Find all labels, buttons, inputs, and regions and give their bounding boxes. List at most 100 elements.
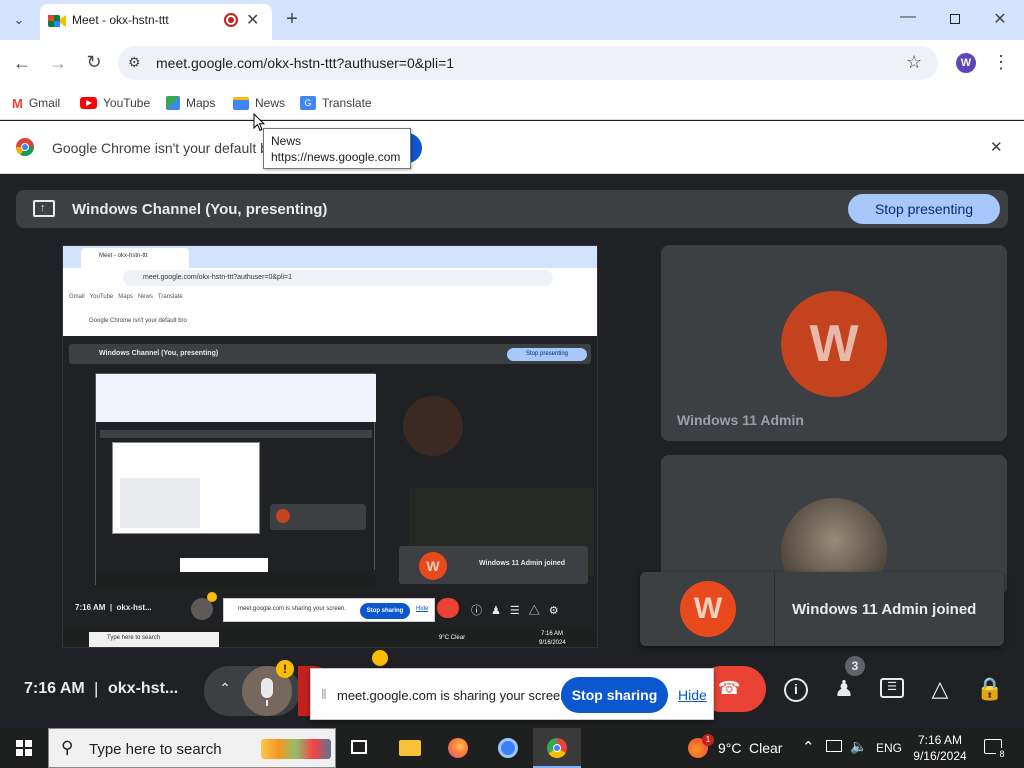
close-window-icon[interactable]: ✕	[990, 11, 1010, 29]
inner-share-banner: meet.google.com is sharing your screen. …	[223, 598, 435, 622]
present-screen-icon: ↑	[33, 200, 55, 217]
search-highlight-icon	[261, 739, 331, 759]
weather-temp: 9°C	[718, 740, 742, 756]
maps-icon	[166, 96, 180, 110]
tab-search-dropdown-icon[interactable]: ⌄	[8, 11, 30, 29]
notification-count: 8	[996, 748, 1008, 760]
tab-meet[interactable]: Meet - okx-hstn-ttt ✕	[40, 4, 272, 40]
tooltip-url: https://news.google.com	[271, 150, 401, 164]
inner-presenting-label: Windows Channel (You, presenting)	[99, 350, 219, 357]
bookmark-label: YouTube	[103, 96, 151, 110]
inner-bookmarks: Gmail YouTube Maps News Translate	[69, 294, 183, 300]
task-view-icon[interactable]	[336, 728, 384, 768]
bookmark-youtube[interactable]: YouTube	[80, 94, 150, 112]
nested-capture	[95, 373, 376, 586]
bookmark-maps[interactable]: Maps	[166, 94, 215, 112]
restore-icon[interactable]	[950, 14, 960, 24]
participant-avatar: W	[781, 291, 887, 397]
inner-join-toast: W Windows 11 Admin joined	[399, 546, 588, 584]
taskbar-search-box[interactable]: ⚲ Type here to search	[48, 728, 336, 768]
back-icon[interactable]: ←	[12, 54, 32, 72]
inner-stop-presenting: Stop presenting	[507, 348, 587, 361]
weather-badge: 1	[702, 734, 714, 746]
stop-sharing-button[interactable]: Stop sharing	[561, 677, 668, 713]
drag-handle-icon[interactable]: ‖	[321, 686, 327, 702]
chrome-taskbar-icon[interactable]	[533, 728, 581, 768]
tab-title: Meet - okx-hstn-ttt	[72, 13, 169, 27]
youtube-icon	[80, 97, 97, 109]
recording-indicator-icon	[224, 13, 238, 27]
mouse-cursor-icon	[253, 113, 265, 132]
language-indicator[interactable]: ENG	[876, 741, 902, 755]
windows-taskbar: ⚲ Type here to search 1 9°C Clear ⌃ 🔈 EN…	[0, 728, 1024, 768]
tab-strip: ⌄ Meet - okx-hstn-ttt ✕ + — ✕	[0, 0, 1024, 40]
menu-dots-icon[interactable]: ⋮	[992, 53, 1010, 71]
minimize-icon[interactable]: —	[898, 8, 918, 26]
network-icon[interactable]	[826, 740, 842, 752]
bookmark-tooltip: News https://news.google.com	[263, 128, 411, 169]
new-tab-icon[interactable]: +	[284, 9, 300, 29]
address-bar[interactable]: ⚙ meet.google.com/okx-hstn-ttt?authuser=…	[118, 46, 938, 80]
participant-tile-admin[interactable]: W Windows 11 Admin	[661, 245, 1007, 441]
bookmark-gmail[interactable]: M Gmail	[12, 94, 60, 112]
share-banner-text: meet.google.com is sharing your screen.	[337, 688, 572, 703]
people-count-badge: 3	[845, 656, 865, 676]
bookmarks-bar: M Gmail YouTube Maps News G Translate	[0, 86, 1024, 120]
search-icon: ⚲	[61, 738, 74, 757]
join-toast-text: Windows 11 Admin joined	[792, 601, 977, 618]
hang-up-icon: ☎	[718, 678, 741, 698]
chevron-up-icon: ⌃	[219, 680, 231, 696]
profile-avatar[interactable]: W	[956, 53, 976, 73]
tooltip-title: News	[271, 134, 302, 148]
inner-meet-icons: ⓘ♟☰△⚙	[471, 605, 568, 617]
gmail-icon: M	[12, 95, 23, 111]
inner-time-code: 7:16 AM | okx-hst...	[75, 603, 152, 612]
infobar-text: Google Chrome isn't your default bro	[52, 140, 281, 156]
site-info-icon[interactable]: ⚙	[128, 54, 141, 71]
participant-name: Windows 11 Admin	[677, 412, 804, 428]
camera-warning-badge	[372, 650, 388, 666]
inner-taskbar: Type here to search 9°C Clear 7:16 AM 9/…	[63, 630, 597, 647]
browser-toolbar: ← → ↻ ⚙ meet.google.com/okx-hstn-ttt?aut…	[0, 40, 1024, 86]
join-notification: W Windows 11 Admin joined	[640, 572, 1004, 646]
divider: |	[94, 679, 99, 698]
taskbar-search-placeholder: Type here to search	[89, 741, 222, 758]
edge-chrome-icon[interactable]	[484, 728, 532, 768]
weather-desc: Clear	[749, 740, 783, 756]
infobar-close-icon[interactable]: ✕	[990, 138, 1003, 156]
tray-chevron-icon[interactable]: ⌃	[802, 738, 815, 756]
inner-infobar: Google Chrome isn't your default bro	[89, 318, 187, 324]
url-text[interactable]: meet.google.com/okx-hstn-ttt?authuser=0&…	[156, 55, 454, 71]
windows-start-icon[interactable]	[16, 740, 32, 756]
file-explorer-icon[interactable]	[386, 728, 434, 768]
host-controls-icon[interactable]: 🔒	[976, 676, 1003, 702]
bookmark-star-icon[interactable]: ☆	[906, 52, 922, 73]
microphone-icon	[261, 678, 273, 698]
meeting-details-icon[interactable]: i	[784, 678, 808, 702]
volume-muted-icon[interactable]: 🔈	[850, 738, 867, 755]
system-clock[interactable]: 7:16 AM 9/16/2024	[908, 730, 972, 766]
activities-icon[interactable]: △	[928, 676, 952, 702]
inner-tab-title: Meet - okx-hstn-ttt	[99, 253, 148, 259]
shared-screen-preview: Meet - okx-hstn-ttt meet.google.com/okx-…	[62, 245, 598, 648]
stop-presenting-button[interactable]: Stop presenting	[848, 194, 1000, 224]
meet-stage: ↑ Windows Channel (You, presenting) Stop…	[0, 174, 1024, 728]
bookmark-news[interactable]: News	[233, 94, 285, 112]
default-browser-infobar: Google Chrome isn't your default bro ✕	[0, 121, 1024, 174]
presenting-label: Windows Channel (You, presenting)	[72, 201, 328, 218]
close-tab-icon[interactable]: ✕	[246, 10, 259, 30]
news-icon	[233, 96, 249, 110]
reload-icon[interactable]: ↻	[84, 53, 104, 71]
people-icon[interactable]: ♟	[830, 676, 858, 702]
chat-icon[interactable]: ☰	[880, 678, 904, 698]
translate-icon: G	[300, 96, 316, 110]
bookmark-label: News	[255, 96, 286, 110]
inner-url: meet.google.com/okx-hstn-ttt?authuser=0&…	[143, 274, 293, 281]
hide-link[interactable]: Hide	[678, 687, 707, 703]
bookmark-translate[interactable]: G Translate	[300, 94, 372, 112]
forward-icon[interactable]: →	[48, 54, 68, 72]
weather-widget[interactable]: 1 9°C Clear	[684, 728, 784, 768]
screen-share-banner: ‖ meet.google.com is sharing your screen…	[310, 668, 714, 720]
firefox-icon[interactable]	[434, 728, 482, 768]
clock-time: 7:16 AM	[917, 733, 963, 747]
